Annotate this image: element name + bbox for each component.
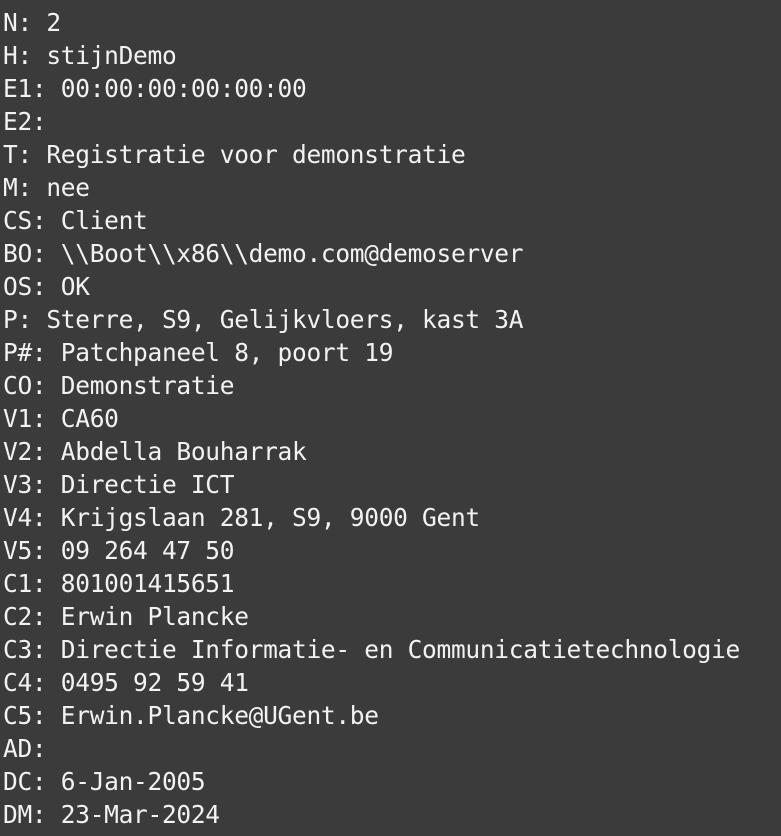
line-v3: V3: Directie ICT bbox=[3, 470, 235, 499]
line-c4: C4: 0495 92 59 41 bbox=[3, 668, 249, 697]
line-ad: AD: bbox=[3, 734, 47, 763]
line-os: OS: OK bbox=[3, 272, 90, 301]
line-t: T: Registratie voor demonstratie bbox=[3, 140, 466, 169]
line-bo: BO: \\Boot\\x86\\demo.com@demoserver bbox=[3, 239, 524, 268]
line-v5: V5: 09 264 47 50 bbox=[3, 536, 235, 565]
line-c5: C5: Erwin.Plancke@UGent.be bbox=[3, 701, 379, 730]
line-v4: V4: Krijgslaan 281, S9, 9000 Gent bbox=[3, 503, 480, 532]
line-p: P: Sterre, S9, Gelijkvloers, kast 3A bbox=[3, 305, 524, 334]
line-v2: V2: Abdella Bouharrak bbox=[3, 437, 307, 466]
line-c1: C1: 801001415651 bbox=[3, 569, 235, 598]
terminal-output: N: 2 H: stijnDemo E1: 00:00:00:00:00:00 … bbox=[0, 0, 781, 836]
line-dc: DC: 6-Jan-2005 bbox=[3, 767, 206, 796]
line-dm: DM: 23-Mar-2024 bbox=[3, 800, 220, 829]
line-cs: CS: Client bbox=[3, 206, 148, 235]
line-v1: V1: CA60 bbox=[3, 404, 119, 433]
line-c3: C3: Directie Informatie- en Communicatie… bbox=[3, 635, 740, 664]
line-m: M: nee bbox=[3, 173, 90, 202]
line-co: CO: Demonstratie bbox=[3, 371, 235, 400]
line-h: H: stijnDemo bbox=[3, 41, 177, 70]
line-e1: E1: 00:00:00:00:00:00 bbox=[3, 74, 307, 103]
line-n: N: 2 bbox=[3, 8, 61, 37]
line-c2: C2: Erwin Plancke bbox=[3, 602, 249, 631]
line-p-hash: P#: Patchpaneel 8, poort 19 bbox=[3, 338, 394, 367]
line-e2: E2: bbox=[3, 107, 47, 136]
